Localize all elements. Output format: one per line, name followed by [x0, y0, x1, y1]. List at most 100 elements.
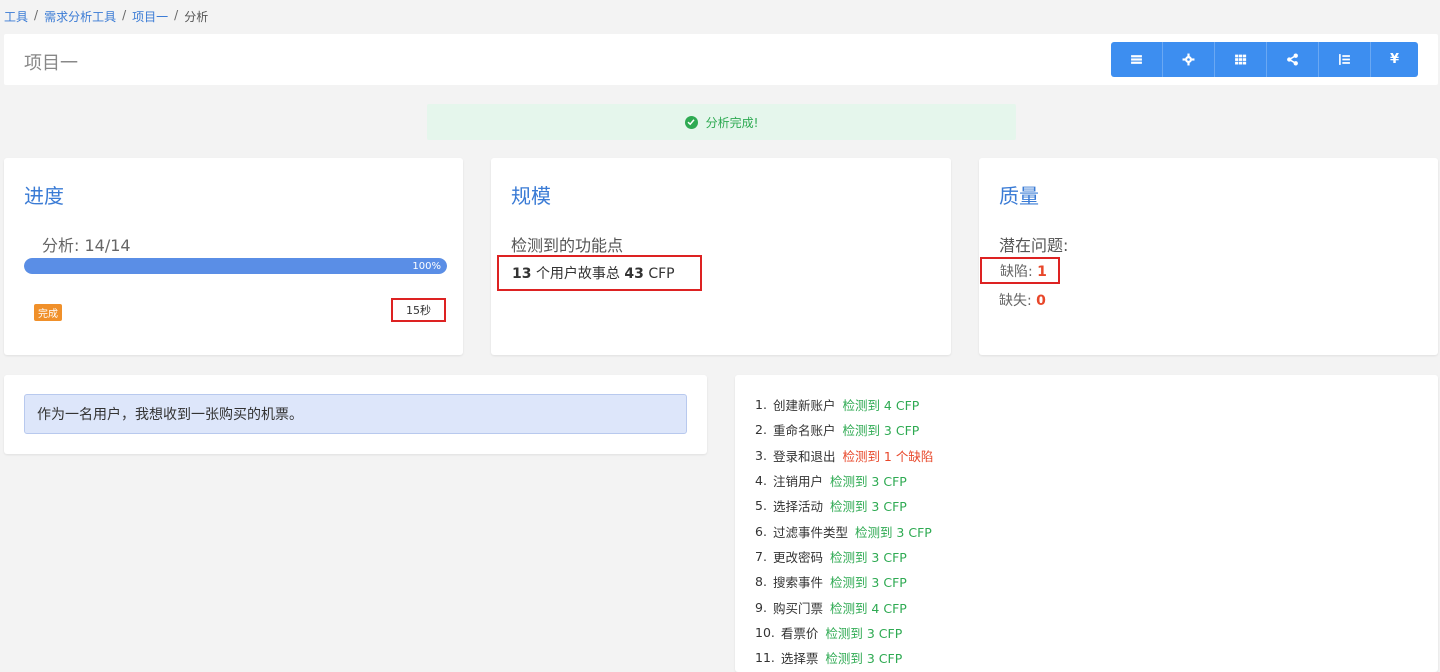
settings-button[interactable]: [1163, 42, 1215, 77]
list-item[interactable]: 5. 选择活动 检测到 3 CFP: [755, 493, 933, 518]
list-item[interactable]: 8. 搜索事件 检测到 3 CFP: [755, 569, 933, 594]
list-item-index: 2.: [755, 422, 767, 438]
list-item-name: 重命名账户: [772, 423, 836, 439]
breadcrumb-current: 分析: [184, 10, 209, 24]
list-item[interactable]: 11. 选择票 检测到 3 CFP: [755, 645, 933, 670]
missing-line: 缺失: 0: [999, 290, 1046, 310]
toolbar: ¥: [1111, 42, 1418, 77]
quality-title: 质量: [999, 184, 1039, 208]
missing-label: 缺失:: [999, 293, 1032, 309]
elapsed-time-value: 15秒: [406, 304, 431, 317]
breadcrumb-link-tools[interactable]: 工具: [4, 8, 28, 25]
list-item-cfp-result: 检测到 3 CFP: [825, 625, 903, 641]
alert-text: 分析完成!: [705, 115, 759, 130]
defect-line: 缺陷: 1: [1000, 261, 1047, 281]
list-item-index: 9.: [755, 599, 767, 615]
analysis-count-label: 分析: 14/14: [42, 236, 131, 255]
list-item[interactable]: 9. 购买门票 检测到 4 CFP: [755, 594, 933, 619]
list-item[interactable]: 6. 过滤事件类型 检测到 3 CFP: [755, 518, 933, 543]
ordered-list-icon: [1339, 54, 1350, 65]
progress-percent: 100%: [412, 260, 441, 272]
list-item-name: 注销用户: [772, 474, 823, 490]
page-title: 项目一: [24, 53, 78, 74]
check-circle-icon: [684, 115, 698, 129]
list-item-index: 8.: [755, 574, 767, 590]
list-item-name: 创建新账户: [772, 398, 836, 414]
list-item-cfp-result: 检测到 3 CFP: [829, 549, 907, 565]
progress-bar-fill: 100%: [24, 258, 447, 274]
ordered-list-button[interactable]: [1319, 42, 1371, 77]
defect-label: 缺陷:: [1000, 263, 1033, 280]
list-item-index: 11.: [755, 650, 775, 666]
success-alert: 分析完成!: [427, 104, 1016, 140]
yen-icon: ¥: [1389, 52, 1400, 67]
list-item-cfp-result: 检测到 3 CFP: [829, 575, 907, 591]
list-item-index: 6.: [755, 523, 767, 539]
potential-issues-label: 潜在问题:: [999, 236, 1069, 255]
breadcrumb-link-analysis-tool[interactable]: 需求分析工具: [44, 8, 116, 25]
progress-card: 进度 分析: 14/14 100% 完成 15秒: [4, 158, 463, 355]
list-item[interactable]: 2. 重命名账户 检测到 3 CFP: [755, 417, 933, 442]
list-item-name: 更改密码: [772, 549, 823, 565]
list-item-name: 搜索事件: [772, 575, 823, 591]
cfp-unit: CFP: [648, 266, 675, 282]
list-item-name: 选择票: [780, 651, 819, 667]
story-list-card: 1. 创建新账户 检测到 4 CFP 2. 重命名账户 检测到 3 CFP 3. 登录和退出检…: [735, 375, 1438, 672]
breadcrumb-separator: /: [174, 8, 179, 22]
list-item-index: 4.: [755, 473, 767, 489]
story-count: 13: [512, 266, 532, 282]
list-item[interactable]: 4. 注销用户 检测到 3 CFP: [755, 468, 933, 493]
breadcrumb: 工具 / 需求分析工具 / 项目一 / 分析: [4, 8, 208, 25]
list-item-cfp-result: 检测到 4 CFP: [829, 600, 907, 616]
list-item-cfp-result: 检测到 3 CFP: [842, 423, 920, 439]
scale-title: 规模: [511, 184, 551, 208]
list-item-index: 10.: [755, 624, 775, 640]
progress-bar: 100%: [24, 258, 447, 274]
defect-value: 1: [1037, 263, 1047, 280]
cfp-summary: 13 个用户故事总 43 CFP: [512, 263, 675, 283]
story-count-text: 个用户故事总: [535, 266, 620, 282]
list-item-index: 3.: [755, 447, 767, 463]
list-item[interactable]: 10. 看票价 检测到 3 CFP: [755, 620, 933, 645]
progress-title: 进度: [24, 184, 64, 208]
defect-box: 缺陷: 1: [980, 257, 1060, 284]
list-item-cfp-result: 检测到 3 CFP: [829, 474, 907, 490]
quality-card: 质量 潜在问题: 缺陷: 1 缺失: 0: [979, 158, 1438, 355]
status-badge: 完成: [34, 304, 62, 321]
story-text-box[interactable]: 作为一名用户，我想收到一张购买的机票。: [24, 394, 687, 434]
story-card: 作为一名用户，我想收到一张购买的机票。: [4, 375, 707, 454]
gear-icon: [1182, 53, 1195, 66]
function-points-label: 检测到的功能点: [511, 236, 624, 255]
grid-icon: [1235, 54, 1247, 65]
cfp-summary-box: 13 个用户故事总 43 CFP: [497, 255, 702, 291]
scale-card: 规模 检测到的功能点 13 个用户故事总 43 CFP: [491, 158, 951, 355]
list-item-cfp-result: 检测到 4 CFP: [842, 398, 920, 414]
share-icon: [1287, 53, 1298, 66]
page-header: 项目一 ¥: [4, 34, 1438, 85]
share-button[interactable]: [1267, 42, 1319, 77]
cfp-count: 43: [624, 266, 644, 282]
breadcrumb-link-project[interactable]: 项目一: [132, 8, 168, 25]
list-item[interactable]: 3. 登录和退出 检测到 1 个缺陷: [755, 443, 933, 468]
list-item-index: 7.: [755, 548, 767, 564]
list-item-name: 过滤事件类型: [772, 524, 848, 540]
list-item-cfp-result: 检测到 3 CFP: [829, 499, 907, 515]
breadcrumb-separator: /: [122, 8, 127, 22]
grid-view-button[interactable]: [1215, 42, 1267, 77]
list-icon: [1131, 55, 1142, 64]
pricing-button[interactable]: ¥: [1371, 42, 1418, 77]
list-item-defect-result: 检测到 1 个缺陷: [842, 448, 934, 464]
missing-value: 0: [1036, 293, 1046, 309]
list-view-button[interactable]: [1111, 42, 1163, 77]
elapsed-time: 15秒: [391, 298, 446, 322]
list-item[interactable]: 1. 创建新账户 检测到 4 CFP: [755, 392, 933, 417]
list-item[interactable]: 7. 更改密码 检测到 3 CFP: [755, 544, 933, 569]
list-item-name: 登录和退出: [772, 448, 836, 464]
list-item-index: 1.: [755, 397, 767, 413]
list-item-cfp-result: 检测到 3 CFP: [854, 524, 932, 540]
list-item-name: 选择活动: [772, 499, 823, 515]
breadcrumb-separator: /: [34, 8, 39, 22]
list-item-name: 看票价: [780, 625, 819, 641]
story-list: 1. 创建新账户 检测到 4 CFP 2. 重命名账户 检测到 3 CFP 3. 登录和退出检…: [755, 392, 933, 670]
list-item-cfp-result: 检测到 3 CFP: [825, 651, 903, 667]
